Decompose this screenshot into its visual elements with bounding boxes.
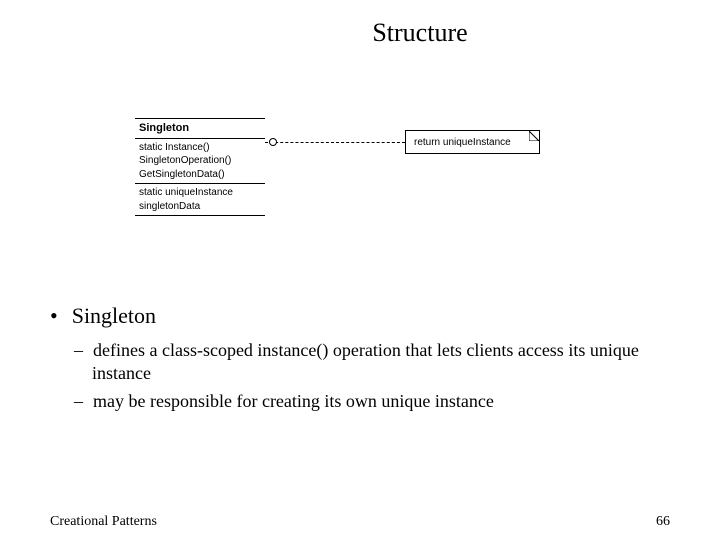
bullet-l1-text: Singleton (72, 303, 156, 328)
bullet-l2a-text: defines a class-scoped instance() operat… (92, 340, 639, 383)
uml-op-1: static Instance() (139, 141, 261, 155)
uml-class-name: Singleton (139, 121, 261, 136)
slide-title: Structure (120, 18, 720, 48)
footer: Creational Patterns 66 (50, 514, 670, 530)
uml-connector-endpoint (269, 138, 277, 146)
footer-section: Creational Patterns (50, 514, 157, 530)
uml-attr-2: singletonData (139, 200, 261, 214)
uml-note-text: return uniqueInstance (414, 137, 511, 148)
uml-attr-1: static uniqueInstance (139, 186, 261, 200)
bullet-singleton: Singleton (50, 303, 680, 329)
uml-attrs-section: static uniqueInstance singletonData (135, 184, 265, 216)
uml-op-2: SingletonOperation() (139, 154, 261, 168)
bullet-l2b-text: may be responsible for creating its own … (93, 391, 494, 411)
bullet-content: Singleton defines a class-scoped instanc… (50, 303, 680, 419)
uml-note: return uniqueInstance (405, 130, 540, 154)
uml-ops-section: static Instance() SingletonOperation() G… (135, 139, 265, 185)
uml-diagram: Singleton static Instance() SingletonOpe… (135, 118, 585, 258)
bullet-defines: defines a class-scoped instance() operat… (92, 339, 680, 384)
uml-op-3: GetSingletonData() (139, 168, 261, 182)
note-fold-icon (529, 131, 539, 141)
slide: Structure Singleton static Instance() Si… (0, 18, 720, 558)
uml-name-section: Singleton (135, 118, 265, 139)
uml-connector (265, 142, 405, 143)
uml-class-box: Singleton static Instance() SingletonOpe… (135, 118, 265, 216)
bullet-responsible: may be responsible for creating its own … (92, 390, 680, 413)
page-number: 66 (656, 514, 670, 530)
